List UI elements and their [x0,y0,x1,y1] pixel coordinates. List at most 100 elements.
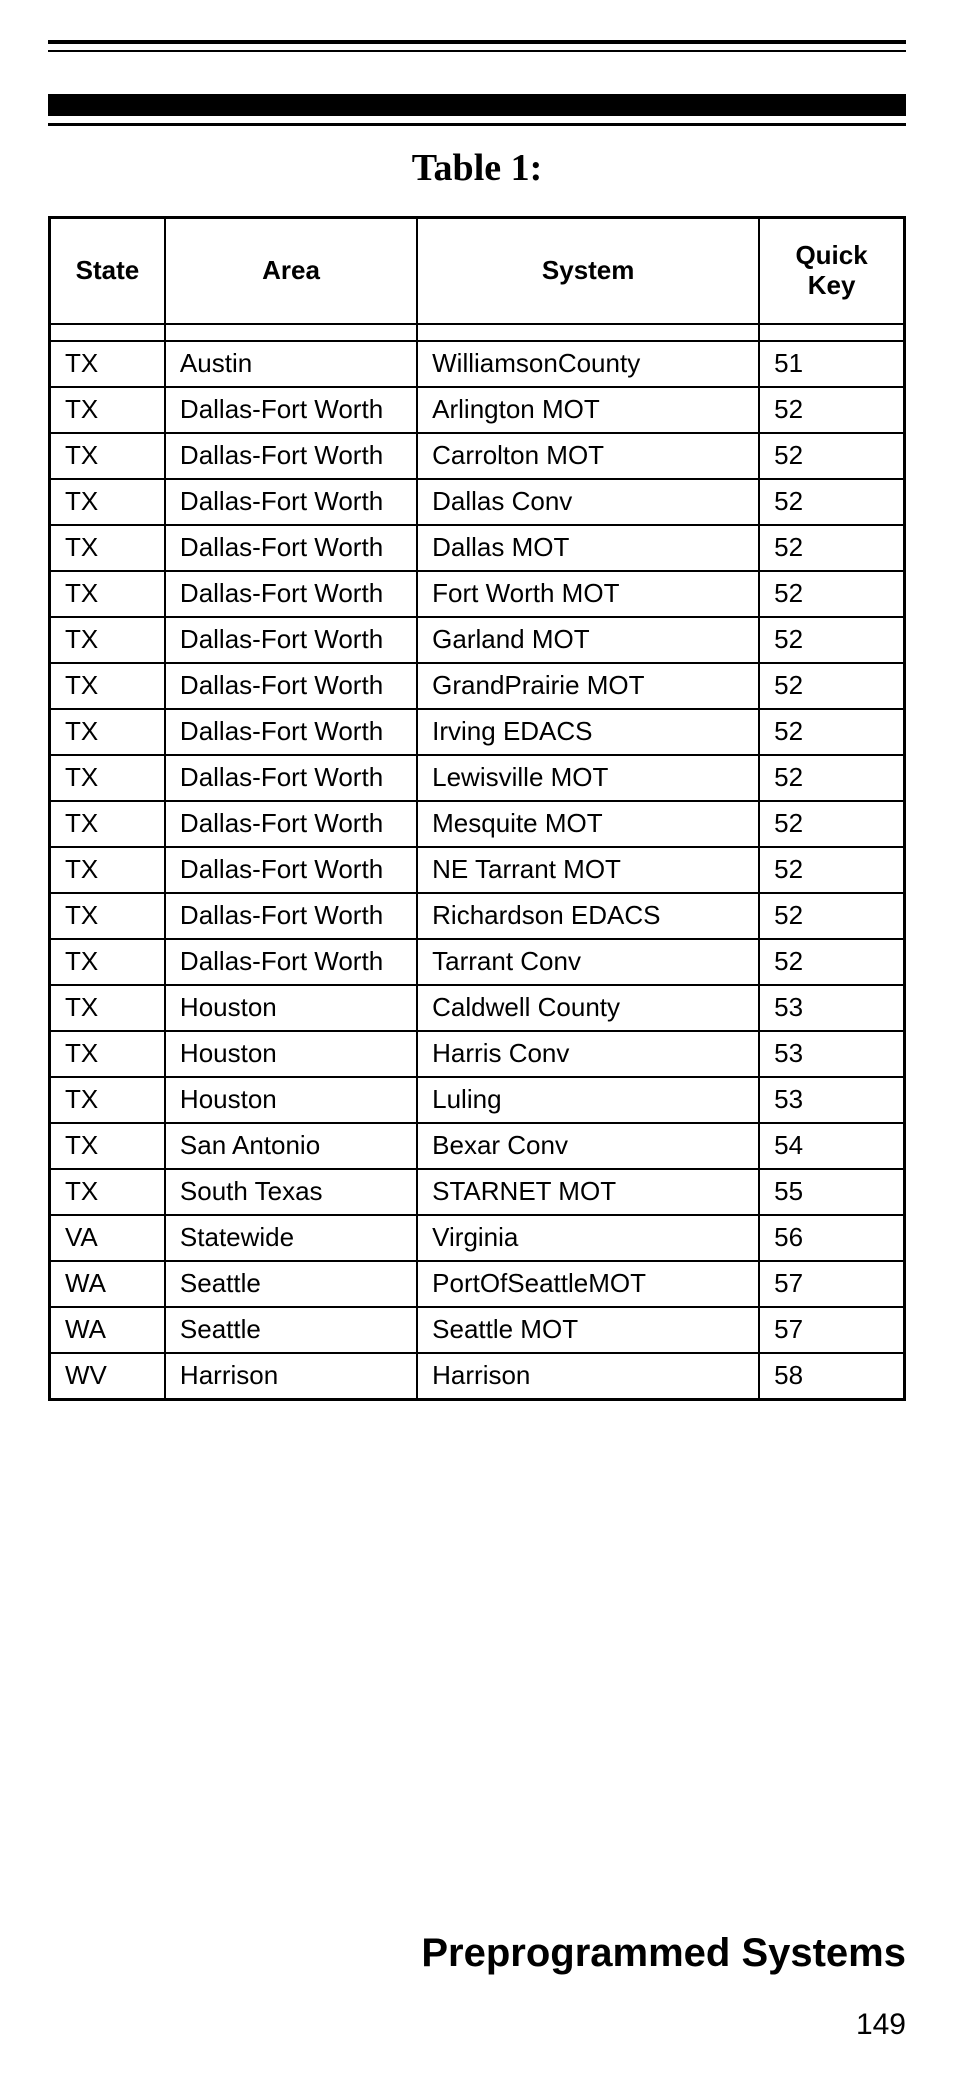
cell-state: VA [50,1215,165,1261]
table-body: TXAustinWilliamsonCounty51TXDallas-Fort … [50,324,905,1400]
cell-key: 53 [759,985,904,1031]
cell-system: PortOfSeattleMOT [417,1261,759,1307]
cell-area: Dallas-Fort Worth [165,525,417,571]
table-row: TXSan AntonioBexar Conv54 [50,1123,905,1169]
table-header: State Area System Quick Key [50,218,905,324]
table-row: TXDallas-Fort WorthArlington MOT52 [50,387,905,433]
cell-state: TX [50,755,165,801]
cell-area: Dallas-Fort Worth [165,893,417,939]
page: Table 1: State Area System Quick Key TXA… [0,0,954,2084]
cell-system: Richardson EDACS [417,893,759,939]
cell-state: WA [50,1261,165,1307]
cell-state: TX [50,709,165,755]
cell-area: Harrison [165,1353,417,1400]
section-title: Preprogrammed Systems [421,1931,906,1976]
cell-key: 57 [759,1261,904,1307]
cell-state: TX [50,341,165,387]
cell-area: Seattle [165,1307,417,1353]
cell-state: TX [50,1123,165,1169]
table-row: TXHoustonLuling53 [50,1077,905,1123]
table-row: TXSouth TexasSTARNET MOT55 [50,1169,905,1215]
cell-state: TX [50,479,165,525]
cell-system: Fort Worth MOT [417,571,759,617]
cell-key: 52 [759,387,904,433]
cell-state: TX [50,1077,165,1123]
cell-system: Lewisville MOT [417,755,759,801]
header-separator [50,324,905,341]
cell-state: TX [50,801,165,847]
cell-state: TX [50,571,165,617]
cell-system: STARNET MOT [417,1169,759,1215]
cell-system: Bexar Conv [417,1123,759,1169]
cell-state: WV [50,1353,165,1400]
table-row: TXHoustonCaldwell County53 [50,985,905,1031]
cell-system: Arlington MOT [417,387,759,433]
cell-system: Caldwell County [417,985,759,1031]
th-system: System [417,218,759,324]
cell-area: Dallas-Fort Worth [165,801,417,847]
cell-key: 51 [759,341,904,387]
table-row: TXHoustonHarris Conv53 [50,1031,905,1077]
table-row: TXDallas-Fort WorthNE Tarrant MOT52 [50,847,905,893]
th-state: State [50,218,165,324]
cell-system: Seattle MOT [417,1307,759,1353]
cell-system: Carrolton MOT [417,433,759,479]
cell-key: 52 [759,433,904,479]
cell-area: Dallas-Fort Worth [165,755,417,801]
table-caption: Table 1: [48,146,906,190]
cell-key: 52 [759,709,904,755]
cell-key: 52 [759,893,904,939]
cell-system: Virginia [417,1215,759,1261]
table-header-rule [48,94,906,126]
cell-area: Dallas-Fort Worth [165,617,417,663]
cell-key: 58 [759,1353,904,1400]
cell-system: Harrison [417,1353,759,1400]
cell-key: 52 [759,801,904,847]
cell-area: San Antonio [165,1123,417,1169]
table-row: WVHarrisonHarrison58 [50,1353,905,1400]
cell-state: TX [50,939,165,985]
th-area: Area [165,218,417,324]
cell-key: 52 [759,755,904,801]
table-row: TXDallas-Fort WorthTarrant Conv52 [50,939,905,985]
cell-system: Luling [417,1077,759,1123]
table-row: TXDallas-Fort WorthLewisville MOT52 [50,755,905,801]
top-double-rule [48,40,906,52]
table-row: WASeattleSeattle MOT57 [50,1307,905,1353]
cell-key: 52 [759,939,904,985]
cell-area: Houston [165,985,417,1031]
cell-state: TX [50,1169,165,1215]
cell-system: Tarrant Conv [417,939,759,985]
cell-key: 52 [759,525,904,571]
cell-key: 57 [759,1307,904,1353]
table-row: TXDallas-Fort WorthCarrolton MOT52 [50,433,905,479]
cell-system: Dallas MOT [417,525,759,571]
cell-area: Dallas-Fort Worth [165,663,417,709]
cell-system: GrandPrairie MOT [417,663,759,709]
cell-system: Harris Conv [417,1031,759,1077]
systems-table: State Area System Quick Key TXAustinWill… [48,216,906,1401]
cell-key: 52 [759,571,904,617]
table-row: TXDallas-Fort WorthDallas Conv52 [50,479,905,525]
cell-state: TX [50,1031,165,1077]
table-row: TXAustinWilliamsonCounty51 [50,341,905,387]
cell-key: 56 [759,1215,904,1261]
cell-area: Seattle [165,1261,417,1307]
cell-area: Dallas-Fort Worth [165,709,417,755]
cell-state: TX [50,525,165,571]
table-row: TXDallas-Fort WorthRichardson EDACS52 [50,893,905,939]
cell-key: 53 [759,1077,904,1123]
table-row: TXDallas-Fort WorthIrving EDACS52 [50,709,905,755]
cell-area: Statewide [165,1215,417,1261]
cell-area: Houston [165,1031,417,1077]
cell-area: Austin [165,341,417,387]
cell-area: Dallas-Fort Worth [165,571,417,617]
cell-system: Irving EDACS [417,709,759,755]
cell-state: TX [50,433,165,479]
cell-key: 52 [759,847,904,893]
cell-area: Dallas-Fort Worth [165,847,417,893]
cell-key: 53 [759,1031,904,1077]
cell-state: TX [50,847,165,893]
cell-key: 55 [759,1169,904,1215]
th-key: Quick Key [759,218,904,324]
